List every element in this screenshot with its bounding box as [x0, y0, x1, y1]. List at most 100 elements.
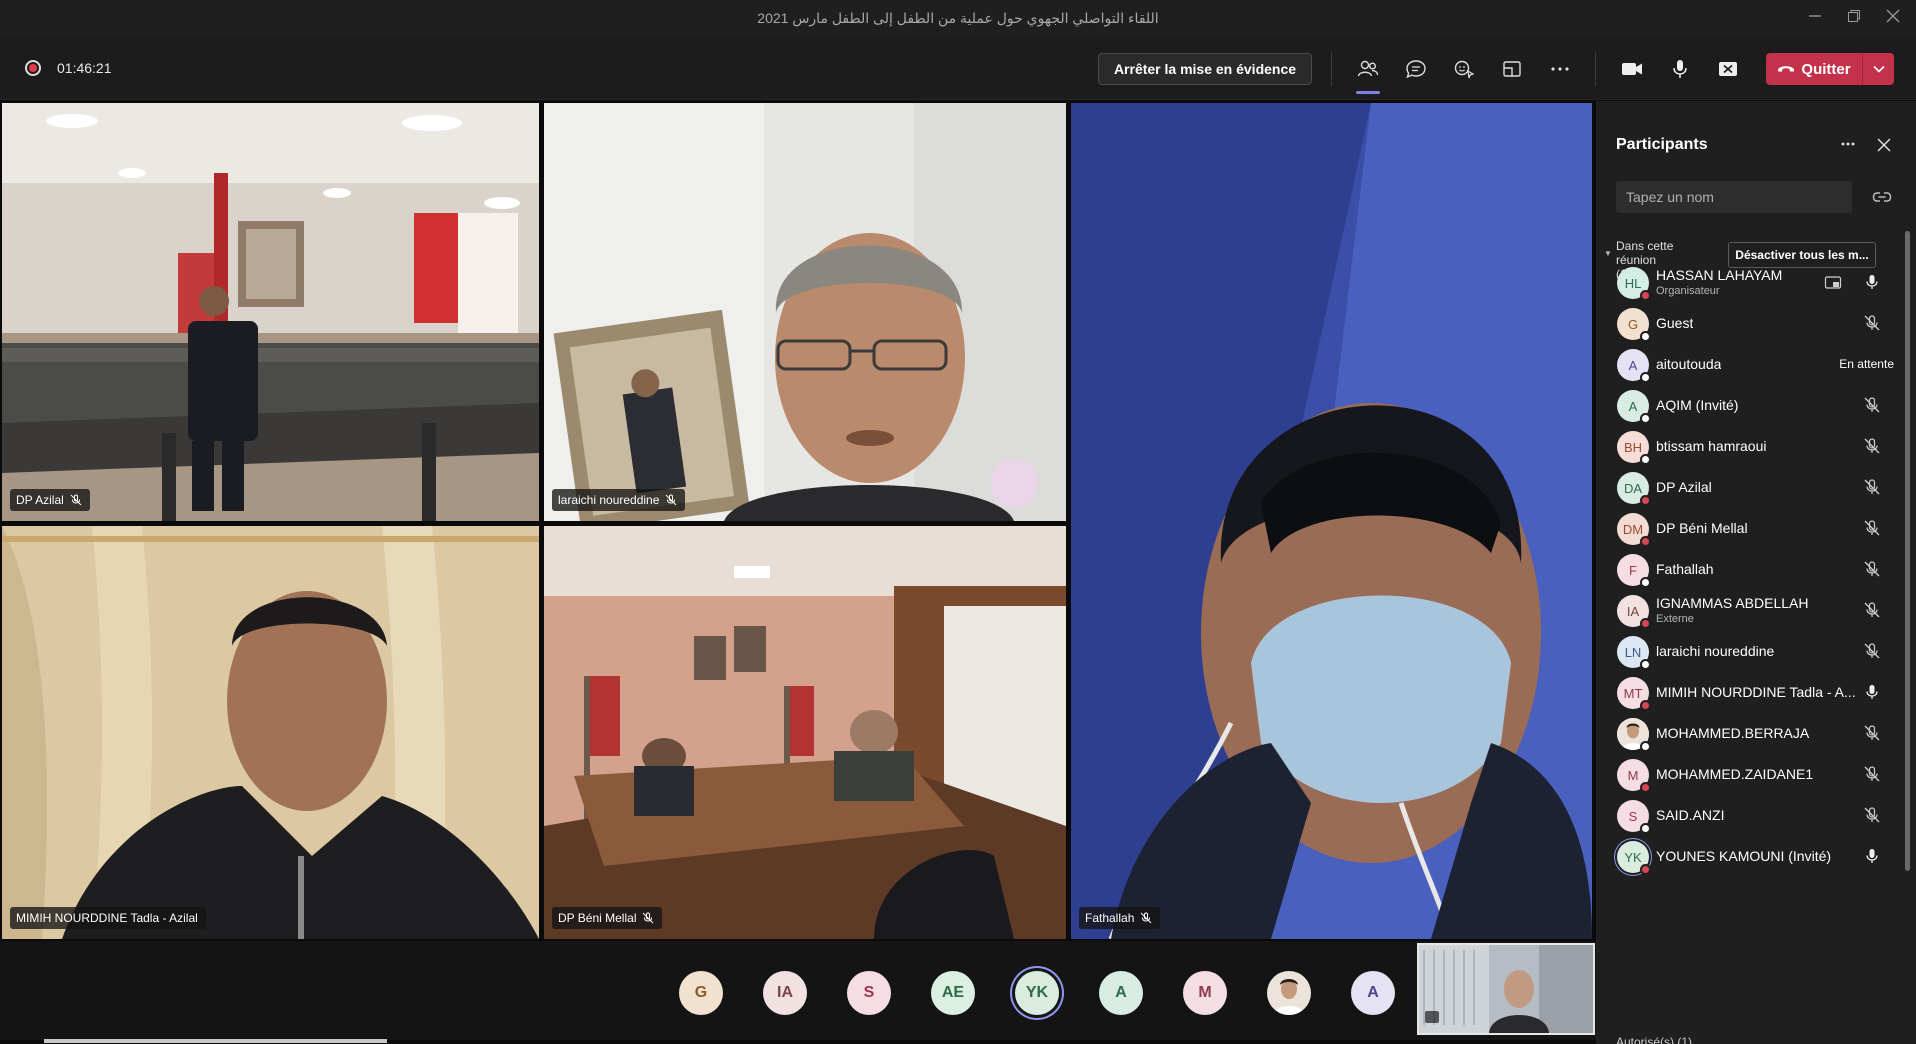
self-video-preview[interactable] — [1417, 943, 1595, 1035]
participant-name: MOHAMMED.BERRAJA — [1656, 725, 1810, 741]
tile-name: DP Azilal — [16, 493, 64, 507]
participant-name: DP Azilal — [1656, 479, 1712, 495]
tile-name: Fathallah — [1085, 911, 1135, 925]
participant-name: Guest — [1656, 315, 1694, 331]
chat-icon[interactable] — [1401, 54, 1431, 84]
participant-name-tag: laraichi noureddine — [552, 489, 686, 511]
leave-main[interactable]: Quitter — [1766, 53, 1862, 85]
participant-name-tag: DP Azilal — [10, 489, 90, 511]
recording-icon — [25, 60, 41, 76]
meeting-toolbar: 01:46:21 Arrêter la mise en évidence Qui… — [0, 38, 1916, 100]
toolbar-divider — [1595, 52, 1596, 86]
mic-off-icon — [643, 912, 654, 924]
participants-icon[interactable] — [1353, 54, 1383, 94]
participant-avatar: LN — [1617, 636, 1651, 670]
video-feed — [2, 103, 539, 521]
restore-icon[interactable] — [1841, 6, 1867, 32]
meeting-timer: 01:46:21 — [57, 60, 112, 76]
leave-button[interactable]: Quitter — [1766, 53, 1894, 85]
participant-avatar[interactable]: A — [1099, 971, 1143, 1015]
participant-avatar: DA — [1617, 472, 1651, 506]
mic-off-icon — [1863, 560, 1881, 578]
participant-photo-avatar[interactable] — [1267, 971, 1311, 1015]
video-tile[interactable]: Fathallah — [1071, 103, 1592, 939]
camera-icon[interactable] — [1617, 54, 1647, 84]
hangup-icon — [1778, 66, 1795, 72]
avatar-initials: IA — [1626, 603, 1640, 619]
chevron-down-icon — [1872, 65, 1885, 73]
video-stage: DP Azilal laraichi noureddine Fathallah … — [0, 101, 1596, 941]
panel-title: Participants — [1616, 136, 1708, 153]
share-icon[interactable] — [1713, 54, 1743, 84]
mic-off-icon — [1863, 765, 1881, 783]
mic-off-icon — [1863, 806, 1881, 824]
mic-off-icon — [1863, 642, 1881, 660]
mic-icon[interactable] — [1665, 54, 1695, 84]
leave-options-button[interactable] — [1862, 53, 1894, 85]
avatar-initials: BH — [1623, 439, 1643, 455]
participants-panel: Participants ▼ Dans cette réunion (15) D… — [1596, 101, 1916, 1044]
close-icon[interactable] — [1876, 137, 1896, 157]
participant-avatar[interactable]: S — [847, 971, 891, 1015]
panel-more-icon[interactable] — [1836, 134, 1860, 158]
search-input[interactable] — [1616, 181, 1852, 213]
video-feed — [2, 526, 539, 939]
participant-avatar-selected[interactable]: YK — [1015, 971, 1059, 1015]
participant-name: HASSAN LAHAYAM — [1656, 267, 1783, 283]
mic-off-icon — [1141, 912, 1152, 924]
participant-role: Externe — [1656, 613, 1694, 625]
participant-avatar[interactable]: G — [679, 971, 723, 1015]
video-feed — [1071, 103, 1592, 939]
overflow-avatar-bar: G IA S AE YK A M A — [0, 941, 1596, 1044]
participant-avatar[interactable]: AE — [931, 971, 975, 1015]
participant-avatar — [1617, 718, 1651, 752]
participant-name: IGNAMMAS ABDELLAH — [1656, 595, 1809, 611]
avatar-initials: S — [1628, 808, 1638, 824]
window-title: اللقاء التواصلي الجهوي حول عملية من الطف… — [757, 10, 1159, 26]
participant-name: btissam hamraoui — [1656, 438, 1767, 454]
scrollbar[interactable] — [1905, 231, 1910, 871]
participant-row[interactable]: YK YOUNES KAMOUNI (Invité) — [1596, 831, 1916, 881]
participant-name: SAID.ANZI — [1656, 807, 1725, 823]
mic-off-icon — [1863, 396, 1881, 414]
toolbar-divider — [1331, 52, 1332, 86]
mic-off-icon — [666, 494, 677, 506]
leave-label: Quitter — [1801, 60, 1851, 78]
mic-on-icon — [1863, 683, 1881, 701]
presence-dot — [1640, 864, 1651, 875]
reactions-icon[interactable] — [1449, 54, 1479, 84]
participant-role: Organisateur — [1656, 285, 1720, 297]
mic-off-icon — [1863, 601, 1881, 619]
minimize-icon[interactable] — [1802, 6, 1828, 32]
participant-avatar: F — [1617, 554, 1651, 588]
participant-name: MOHAMMED.ZAIDANE1 — [1656, 766, 1814, 782]
participant-avatar[interactable]: IA — [763, 971, 807, 1015]
video-tile[interactable]: laraichi noureddine — [544, 103, 1066, 521]
rooms-icon[interactable] — [1497, 54, 1527, 84]
more-icon[interactable] — [1545, 54, 1575, 84]
close-icon[interactable] — [1880, 6, 1906, 32]
title-bar: اللقاء التواصلي الجهوي حول عملية من الطف… — [0, 0, 1916, 38]
video-tile[interactable]: MIMIH NOURDDINE Tadla - Azilal — [2, 526, 539, 939]
stop-spotlight-button[interactable]: Arrêter la mise en évidence — [1098, 53, 1312, 85]
video-tile[interactable]: DP Azilal — [2, 103, 539, 521]
progress-fill — [44, 1039, 387, 1043]
next-section-header[interactable]: Autorisé(s) (1) — [1616, 1035, 1692, 1044]
participant-avatar[interactable]: M — [1183, 971, 1227, 1015]
tile-name: MIMIH NOURDDINE Tadla - Azilal — [16, 911, 198, 925]
participant-avatar: BH — [1617, 431, 1651, 465]
avatar-initials: LN — [1624, 644, 1642, 660]
avatar-initials: DM — [1622, 521, 1644, 537]
participant-name: Fathallah — [1656, 561, 1714, 577]
participant-name-tag: DP Béni Mellal — [552, 907, 663, 929]
video-tile[interactable]: DP Béni Mellal — [544, 526, 1066, 939]
mic-off-icon — [1863, 478, 1881, 496]
link-icon[interactable] — [1872, 188, 1892, 206]
participant-avatar[interactable]: A — [1351, 971, 1395, 1015]
tile-name: laraichi noureddine — [558, 493, 660, 507]
participant-name: AQIM (Invité) — [1656, 397, 1739, 413]
avatar-initials: MT — [1623, 685, 1643, 701]
mic-off-icon — [1863, 519, 1881, 537]
participant-avatar: M — [1617, 759, 1651, 793]
participant-name-tag: Fathallah — [1079, 907, 1161, 929]
